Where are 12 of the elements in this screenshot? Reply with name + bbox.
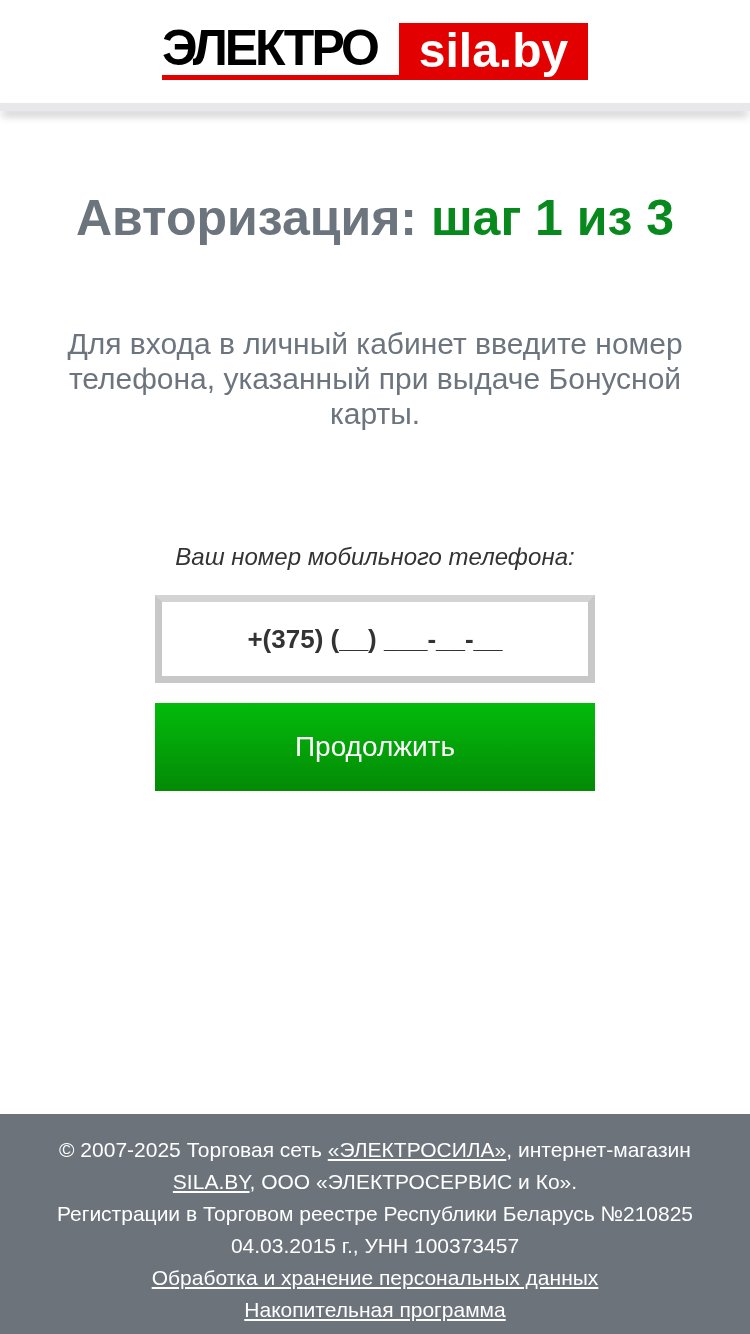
footer-link[interactable]: Накопительная программа — [244, 1298, 506, 1321]
logo-domain: sila.by — [399, 23, 588, 80]
footer-link[interactable]: SILA.BY — [172, 1170, 250, 1193]
copyright-text: © 2007-2025 Торговая сеть «ЭЛЕКТРОСИЛА», интернет-магазин SILA.BY, ООО «ЭЛЕКТРОСЕРВИС и Ко». — [58, 1137, 692, 1195]
registration-text: Регистрации в Торговом реестре Республики Беларусь №210825 04.03.2015 г., УНН 100373457 — [55, 1201, 695, 1259]
continue-button[interactable]: Продолжить — [155, 703, 595, 791]
page-title: Авторизация: шаг 1 из 3 — [74, 189, 676, 248]
field-label: Ваш номер мобильного телефона: — [174, 542, 576, 572]
footer-link[interactable]: Обработка и хранение персональных данных — [151, 1266, 599, 1289]
description-text: Для входа в личный кабинет введите номер телефона, указанный при выдаче Бонусной карты. — [66, 326, 684, 431]
footer-link[interactable]: «ЭЛЕКТРОСИЛА» — [327, 1138, 507, 1161]
phone-input-field[interactable]: +(375) (__) ___-__-__ — [155, 595, 595, 683]
